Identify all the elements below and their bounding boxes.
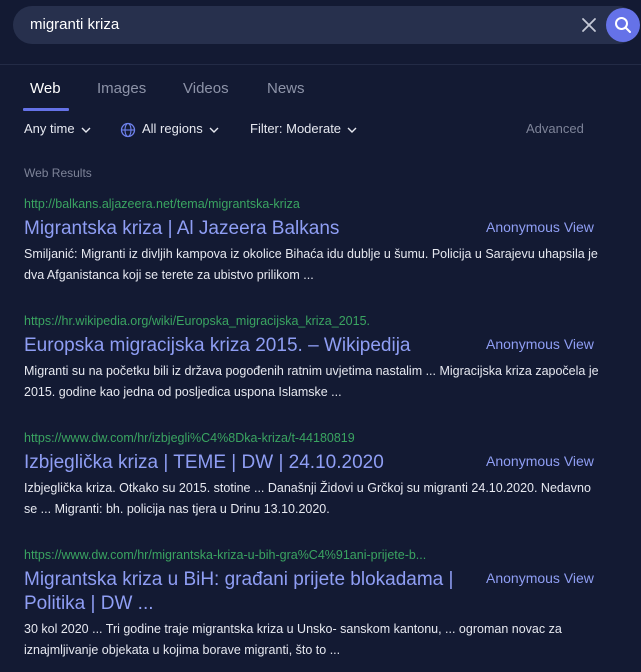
search-button[interactable] xyxy=(606,8,640,42)
search-result: https://www.dw.com/hr/migrantska-kriza-u… xyxy=(24,547,624,661)
search-bar xyxy=(13,6,640,44)
chevron-down-icon xyxy=(209,127,219,133)
result-url[interactable]: https://www.dw.com/hr/izbjegli%C4%8Dka-k… xyxy=(24,430,479,446)
globe-icon xyxy=(120,122,136,137)
close-icon xyxy=(582,18,596,32)
safe-search-filter-label: Filter: Moderate xyxy=(250,121,342,136)
anonymous-view-link[interactable]: Anonymous View xyxy=(486,453,594,469)
result-url[interactable]: https://hr.wikipedia.org/wiki/Europska_m… xyxy=(24,313,479,329)
filter-bar: Any time All regions Filter: Moderate Ad… xyxy=(0,118,641,140)
search-result: http://balkans.aljazeera.net/tema/migran… xyxy=(24,196,624,286)
anonymous-view-link[interactable]: Anonymous View xyxy=(486,336,594,352)
result-url[interactable]: http://balkans.aljazeera.net/tema/migran… xyxy=(24,196,479,212)
region-filter-dropdown[interactable]: All regions xyxy=(120,121,219,138)
region-filter-label: All regions xyxy=(142,121,203,136)
result-url[interactable]: https://www.dw.com/hr/migrantska-kriza-u… xyxy=(24,547,479,563)
result-title-link[interactable]: Europska migracijska kriza 2015. – Wikip… xyxy=(24,334,479,358)
tab-videos[interactable]: Videos xyxy=(183,80,229,97)
search-result: https://www.dw.com/hr/izbjegli%C4%8Dka-k… xyxy=(24,430,624,520)
result-snippet: Izbjeglička kriza. Otkako su 2015. stoti… xyxy=(24,481,591,516)
result-snippet: 30 kol 2020 ... Tri godine traje migrant… xyxy=(24,622,562,657)
result-title-link[interactable]: Migrantska kriza u BiH: građani prijete … xyxy=(24,568,479,616)
result-title-link[interactable]: Izbjeglička kriza | TEME | DW | 24.10.20… xyxy=(24,451,479,475)
active-tab-indicator xyxy=(23,108,69,111)
anonymous-view-link[interactable]: Anonymous View xyxy=(486,219,594,235)
chevron-down-icon xyxy=(347,127,357,133)
clear-search-button[interactable] xyxy=(579,15,599,35)
search-result: https://hr.wikipedia.org/wiki/Europska_m… xyxy=(24,313,624,403)
web-results-heading: Web Results xyxy=(24,166,92,180)
search-type-tabs: Web Images Videos News xyxy=(0,64,641,113)
time-filter-dropdown[interactable]: Any time xyxy=(24,121,91,136)
tab-news[interactable]: News xyxy=(267,80,305,97)
result-snippet: Smiljanić: Migranti iz divljih kampova i… xyxy=(24,247,598,282)
time-filter-label: Any time xyxy=(24,121,75,136)
safe-search-filter-dropdown[interactable]: Filter: Moderate xyxy=(250,121,357,136)
search-input[interactable] xyxy=(30,6,550,44)
advanced-search-link[interactable]: Advanced xyxy=(526,121,584,136)
tab-web[interactable]: Web xyxy=(30,80,61,97)
result-snippet: Migranti su na početku bili iz država po… xyxy=(24,364,599,399)
tab-images[interactable]: Images xyxy=(97,80,146,97)
anonymous-view-link[interactable]: Anonymous View xyxy=(486,570,594,586)
result-title-link[interactable]: Migrantska kriza | Al Jazeera Balkans xyxy=(24,217,479,241)
chevron-down-icon xyxy=(81,127,91,133)
search-icon xyxy=(615,17,631,33)
